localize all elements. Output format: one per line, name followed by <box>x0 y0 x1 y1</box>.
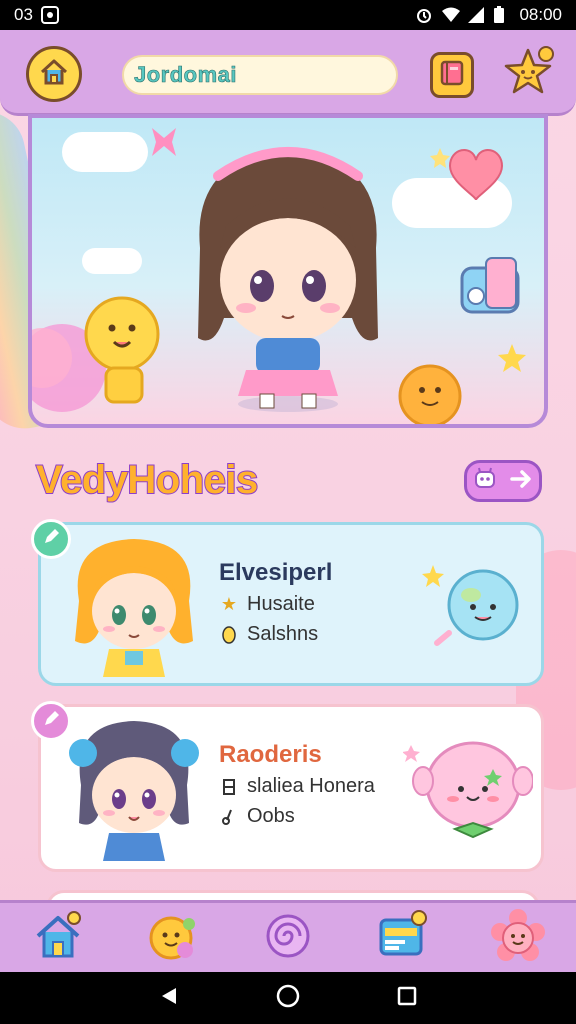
home-button[interactable] <box>26 46 82 102</box>
nav-cards[interactable] <box>372 907 434 969</box>
status-right: 08:00 <box>415 5 562 25</box>
hero-banner[interactable] <box>28 114 548 428</box>
section-title: VedyHoheis <box>35 457 259 503</box>
hero-illustration <box>32 128 526 424</box>
status-left-text: 03 <box>14 5 33 24</box>
back-icon[interactable] <box>158 985 180 1011</box>
home-circle-icon[interactable] <box>275 983 301 1013</box>
character-stat-text: Salshns <box>247 623 319 645</box>
character-avatar <box>69 721 199 861</box>
flower-face-icon <box>490 908 546 968</box>
nav-chat[interactable] <box>142 907 204 969</box>
wifi-icon <box>441 6 461 24</box>
bunny-icon <box>473 467 497 495</box>
battery-icon <box>493 6 511 24</box>
character-card[interactable]: Elvesiperl ★ Husaite Salshns <box>31 519 544 686</box>
app-title: Jordomai <box>122 55 398 95</box>
chat-bubble-icon <box>145 908 201 968</box>
app-notification-icon <box>40 6 59 24</box>
signal-icon <box>467 6 485 24</box>
system-navigation <box>0 972 576 1024</box>
home-icon <box>39 57 69 91</box>
pet-illustration <box>422 565 519 646</box>
box-icon <box>219 777 239 797</box>
recents-icon[interactable] <box>396 985 418 1011</box>
nav-home[interactable] <box>27 907 89 969</box>
pet-illustration <box>403 741 533 839</box>
character-card[interactable]: Raoderis slaliea Honera Oobs <box>31 701 544 872</box>
status-time: 08:00 <box>519 5 562 24</box>
bottom-navigation <box>0 900 576 972</box>
status-bar: 03 08:00 <box>0 0 576 30</box>
arrow-right-icon <box>509 467 533 495</box>
character-name: Elvesiperl <box>219 559 333 586</box>
favorites-button[interactable] <box>498 44 558 104</box>
character-stat-text: slaliea Honera <box>247 775 375 797</box>
character-stat-text: Oobs <box>247 805 295 827</box>
character-avatar <box>75 539 193 677</box>
see-more-button[interactable] <box>464 460 542 502</box>
home-icon <box>32 910 84 966</box>
spiral-icon <box>262 910 314 966</box>
star-face-icon <box>500 44 556 104</box>
character-name: Raoderis <box>219 741 322 768</box>
character-stat-text: Husaite <box>247 593 315 615</box>
book-button[interactable] <box>430 52 474 98</box>
nav-profile[interactable] <box>487 907 549 969</box>
note-icon <box>219 807 239 827</box>
book-icon <box>439 59 465 91</box>
pencil-icon <box>41 709 61 733</box>
character-stat: Oobs <box>219 805 295 828</box>
top-app-bar: Jordomai <box>0 30 576 116</box>
character-stat: slaliea Honera <box>219 775 375 798</box>
character-stat: ★ Husaite <box>219 593 315 616</box>
alarm-icon <box>415 6 433 24</box>
coin-icon <box>219 625 239 645</box>
card-icon <box>375 908 431 968</box>
nav-explore[interactable] <box>257 907 319 969</box>
star-icon: ★ <box>220 594 238 614</box>
character-stat: Salshns <box>219 623 318 646</box>
pencil-icon <box>41 527 61 551</box>
status-left: 03 <box>14 5 59 25</box>
